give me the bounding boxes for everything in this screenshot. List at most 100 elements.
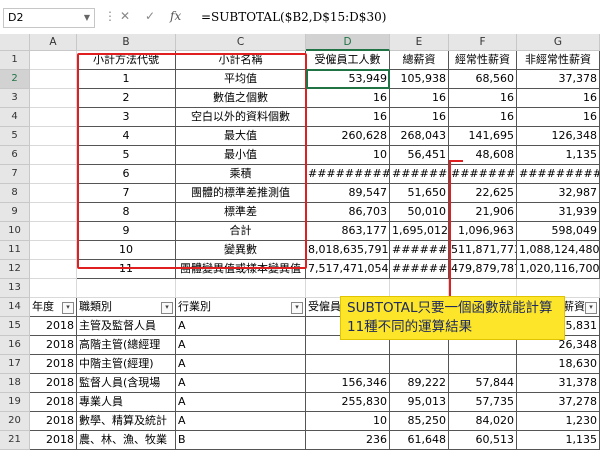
cell-d6[interactable]: 10 bbox=[306, 146, 390, 165]
row-header-10[interactable]: 10 bbox=[0, 222, 30, 241]
cell-d1[interactable]: 受僱員工人數 bbox=[306, 51, 390, 70]
cell-d8[interactable]: 89,547 bbox=[306, 184, 390, 203]
cell-g21[interactable]: 1,135 bbox=[517, 431, 600, 450]
cell-g18[interactable]: 31,378 bbox=[517, 374, 600, 393]
cell-e10[interactable]: 1,695,012 bbox=[390, 222, 449, 241]
filter-dropdown-icon[interactable]: ▾ bbox=[62, 302, 74, 314]
cell-f20[interactable]: 84,020 bbox=[449, 412, 517, 431]
cell-e5[interactable]: 268,043 bbox=[390, 127, 449, 146]
cell-e1[interactable]: 總薪資 bbox=[390, 51, 449, 70]
cell-e11[interactable]: ######## bbox=[390, 241, 449, 260]
cell-f21[interactable]: 60,513 bbox=[449, 431, 517, 450]
cell-b21[interactable]: 農、林、漁、牧業 bbox=[77, 431, 176, 450]
chevron-down-icon[interactable]: ▼ bbox=[84, 13, 90, 22]
cell-c21[interactable]: B bbox=[176, 431, 306, 450]
row-header-7[interactable]: 7 bbox=[0, 165, 30, 184]
cell-e6[interactable]: 56,451 bbox=[390, 146, 449, 165]
cell-f3[interactable]: 16 bbox=[449, 89, 517, 108]
cell-e20[interactable]: 85,250 bbox=[390, 412, 449, 431]
cell-a15[interactable]: 2018 bbox=[30, 317, 77, 336]
cell-g11[interactable]: 1,088,124,480 bbox=[517, 241, 600, 260]
row-header-1[interactable]: 1 bbox=[0, 51, 30, 70]
cell[interactable] bbox=[30, 127, 77, 146]
row-header-2[interactable]: 2 bbox=[0, 70, 30, 89]
cell-b16[interactable]: 高階主管(總經理 bbox=[77, 336, 176, 355]
cell-b18[interactable]: 監督人員(含現場 bbox=[77, 374, 176, 393]
row-header-4[interactable]: 4 bbox=[0, 108, 30, 127]
cell-b15[interactable]: 主管及監督人員 bbox=[77, 317, 176, 336]
row-header-11[interactable]: 11 bbox=[0, 241, 30, 260]
cell[interactable] bbox=[176, 279, 306, 298]
cell-g6[interactable]: 1,135 bbox=[517, 146, 600, 165]
cell-c15[interactable]: A bbox=[176, 317, 306, 336]
cell-f7[interactable]: ########### bbox=[449, 165, 517, 184]
row-header-9[interactable]: 9 bbox=[0, 203, 30, 222]
cell-f5[interactable]: 141,695 bbox=[449, 127, 517, 146]
column-header-e[interactable]: E bbox=[390, 34, 449, 51]
cell[interactable] bbox=[30, 146, 77, 165]
row-header-13[interactable]: 13 bbox=[0, 279, 30, 298]
cancel-icon[interactable]: ✕ bbox=[120, 9, 130, 23]
cell-g12[interactable]: 1,020,116,700 bbox=[517, 260, 600, 279]
column-header-c[interactable]: C bbox=[176, 34, 306, 51]
cell-f6[interactable]: 48,608 bbox=[449, 146, 517, 165]
row-header-5[interactable]: 5 bbox=[0, 127, 30, 146]
enter-icon[interactable]: ✓ bbox=[145, 9, 155, 23]
cell[interactable] bbox=[77, 279, 176, 298]
cell-d9[interactable]: 86,703 bbox=[306, 203, 390, 222]
row-header-3[interactable]: 3 bbox=[0, 89, 30, 108]
cell-e7[interactable]: ######### bbox=[390, 165, 449, 184]
row-header-18[interactable]: 18 bbox=[0, 374, 30, 393]
column-header-b[interactable]: B bbox=[77, 34, 176, 51]
row-header-16[interactable]: 16 bbox=[0, 336, 30, 355]
cell-e12[interactable]: ######## bbox=[390, 260, 449, 279]
cell-g10[interactable]: 598,049 bbox=[517, 222, 600, 241]
cell-f11[interactable]: 511,871,773 bbox=[449, 241, 517, 260]
cell-g5[interactable]: 126,348 bbox=[517, 127, 600, 146]
cell[interactable] bbox=[30, 279, 77, 298]
cell-d18[interactable]: 156,346 bbox=[306, 374, 390, 393]
cell-f1[interactable]: 經常性薪資 bbox=[449, 51, 517, 70]
cell-a19[interactable]: 2018 bbox=[30, 393, 77, 412]
cell-g2[interactable]: 37,378 bbox=[517, 70, 600, 89]
cell-g17[interactable]: 18,630 bbox=[517, 355, 600, 374]
cell-f17[interactable] bbox=[449, 355, 517, 374]
cell-e17[interactable] bbox=[390, 355, 449, 374]
cell-a17[interactable]: 2018 bbox=[30, 355, 77, 374]
row-header-15[interactable]: 15 bbox=[0, 317, 30, 336]
cell-f19[interactable]: 57,735 bbox=[449, 393, 517, 412]
cell-e18[interactable]: 89,222 bbox=[390, 374, 449, 393]
cell-g19[interactable]: 37,278 bbox=[517, 393, 600, 412]
column-header-a[interactable]: A bbox=[30, 34, 77, 51]
cell-c16[interactable]: A bbox=[176, 336, 306, 355]
cell-e8[interactable]: 51,650 bbox=[390, 184, 449, 203]
cell[interactable] bbox=[30, 184, 77, 203]
cell-d3[interactable]: 16 bbox=[306, 89, 390, 108]
cell-g20[interactable]: 1,230 bbox=[517, 412, 600, 431]
cell-d12[interactable]: 7,517,471,054 bbox=[306, 260, 390, 279]
cell-e3[interactable]: 16 bbox=[390, 89, 449, 108]
cell-d5[interactable]: 260,628 bbox=[306, 127, 390, 146]
cell-b17[interactable]: 中階主管(經理) bbox=[77, 355, 176, 374]
row-header-19[interactable]: 19 bbox=[0, 393, 30, 412]
cell-e4[interactable]: 16 bbox=[390, 108, 449, 127]
cell-e2[interactable]: 105,938 bbox=[390, 70, 449, 89]
cell-b19[interactable]: 專業人員 bbox=[77, 393, 176, 412]
column-header-f[interactable]: F bbox=[449, 34, 517, 51]
cell[interactable] bbox=[30, 203, 77, 222]
cell-e19[interactable]: 95,013 bbox=[390, 393, 449, 412]
cell-a20[interactable]: 2018 bbox=[30, 412, 77, 431]
cell-g8[interactable]: 32,987 bbox=[517, 184, 600, 203]
column-header-d[interactable]: D bbox=[306, 34, 390, 51]
cell-d20[interactable]: 10 bbox=[306, 412, 390, 431]
cell[interactable] bbox=[30, 222, 77, 241]
cell[interactable] bbox=[30, 70, 77, 89]
cell-f4[interactable]: 16 bbox=[449, 108, 517, 127]
cell-c20[interactable]: A bbox=[176, 412, 306, 431]
cell-d21[interactable]: 236 bbox=[306, 431, 390, 450]
cell-f9[interactable]: 21,906 bbox=[449, 203, 517, 222]
cell-c19[interactable]: A bbox=[176, 393, 306, 412]
filter-dropdown-icon[interactable]: ▾ bbox=[161, 302, 173, 314]
cell-a21[interactable]: 2018 bbox=[30, 431, 77, 450]
row-header-17[interactable]: 17 bbox=[0, 355, 30, 374]
